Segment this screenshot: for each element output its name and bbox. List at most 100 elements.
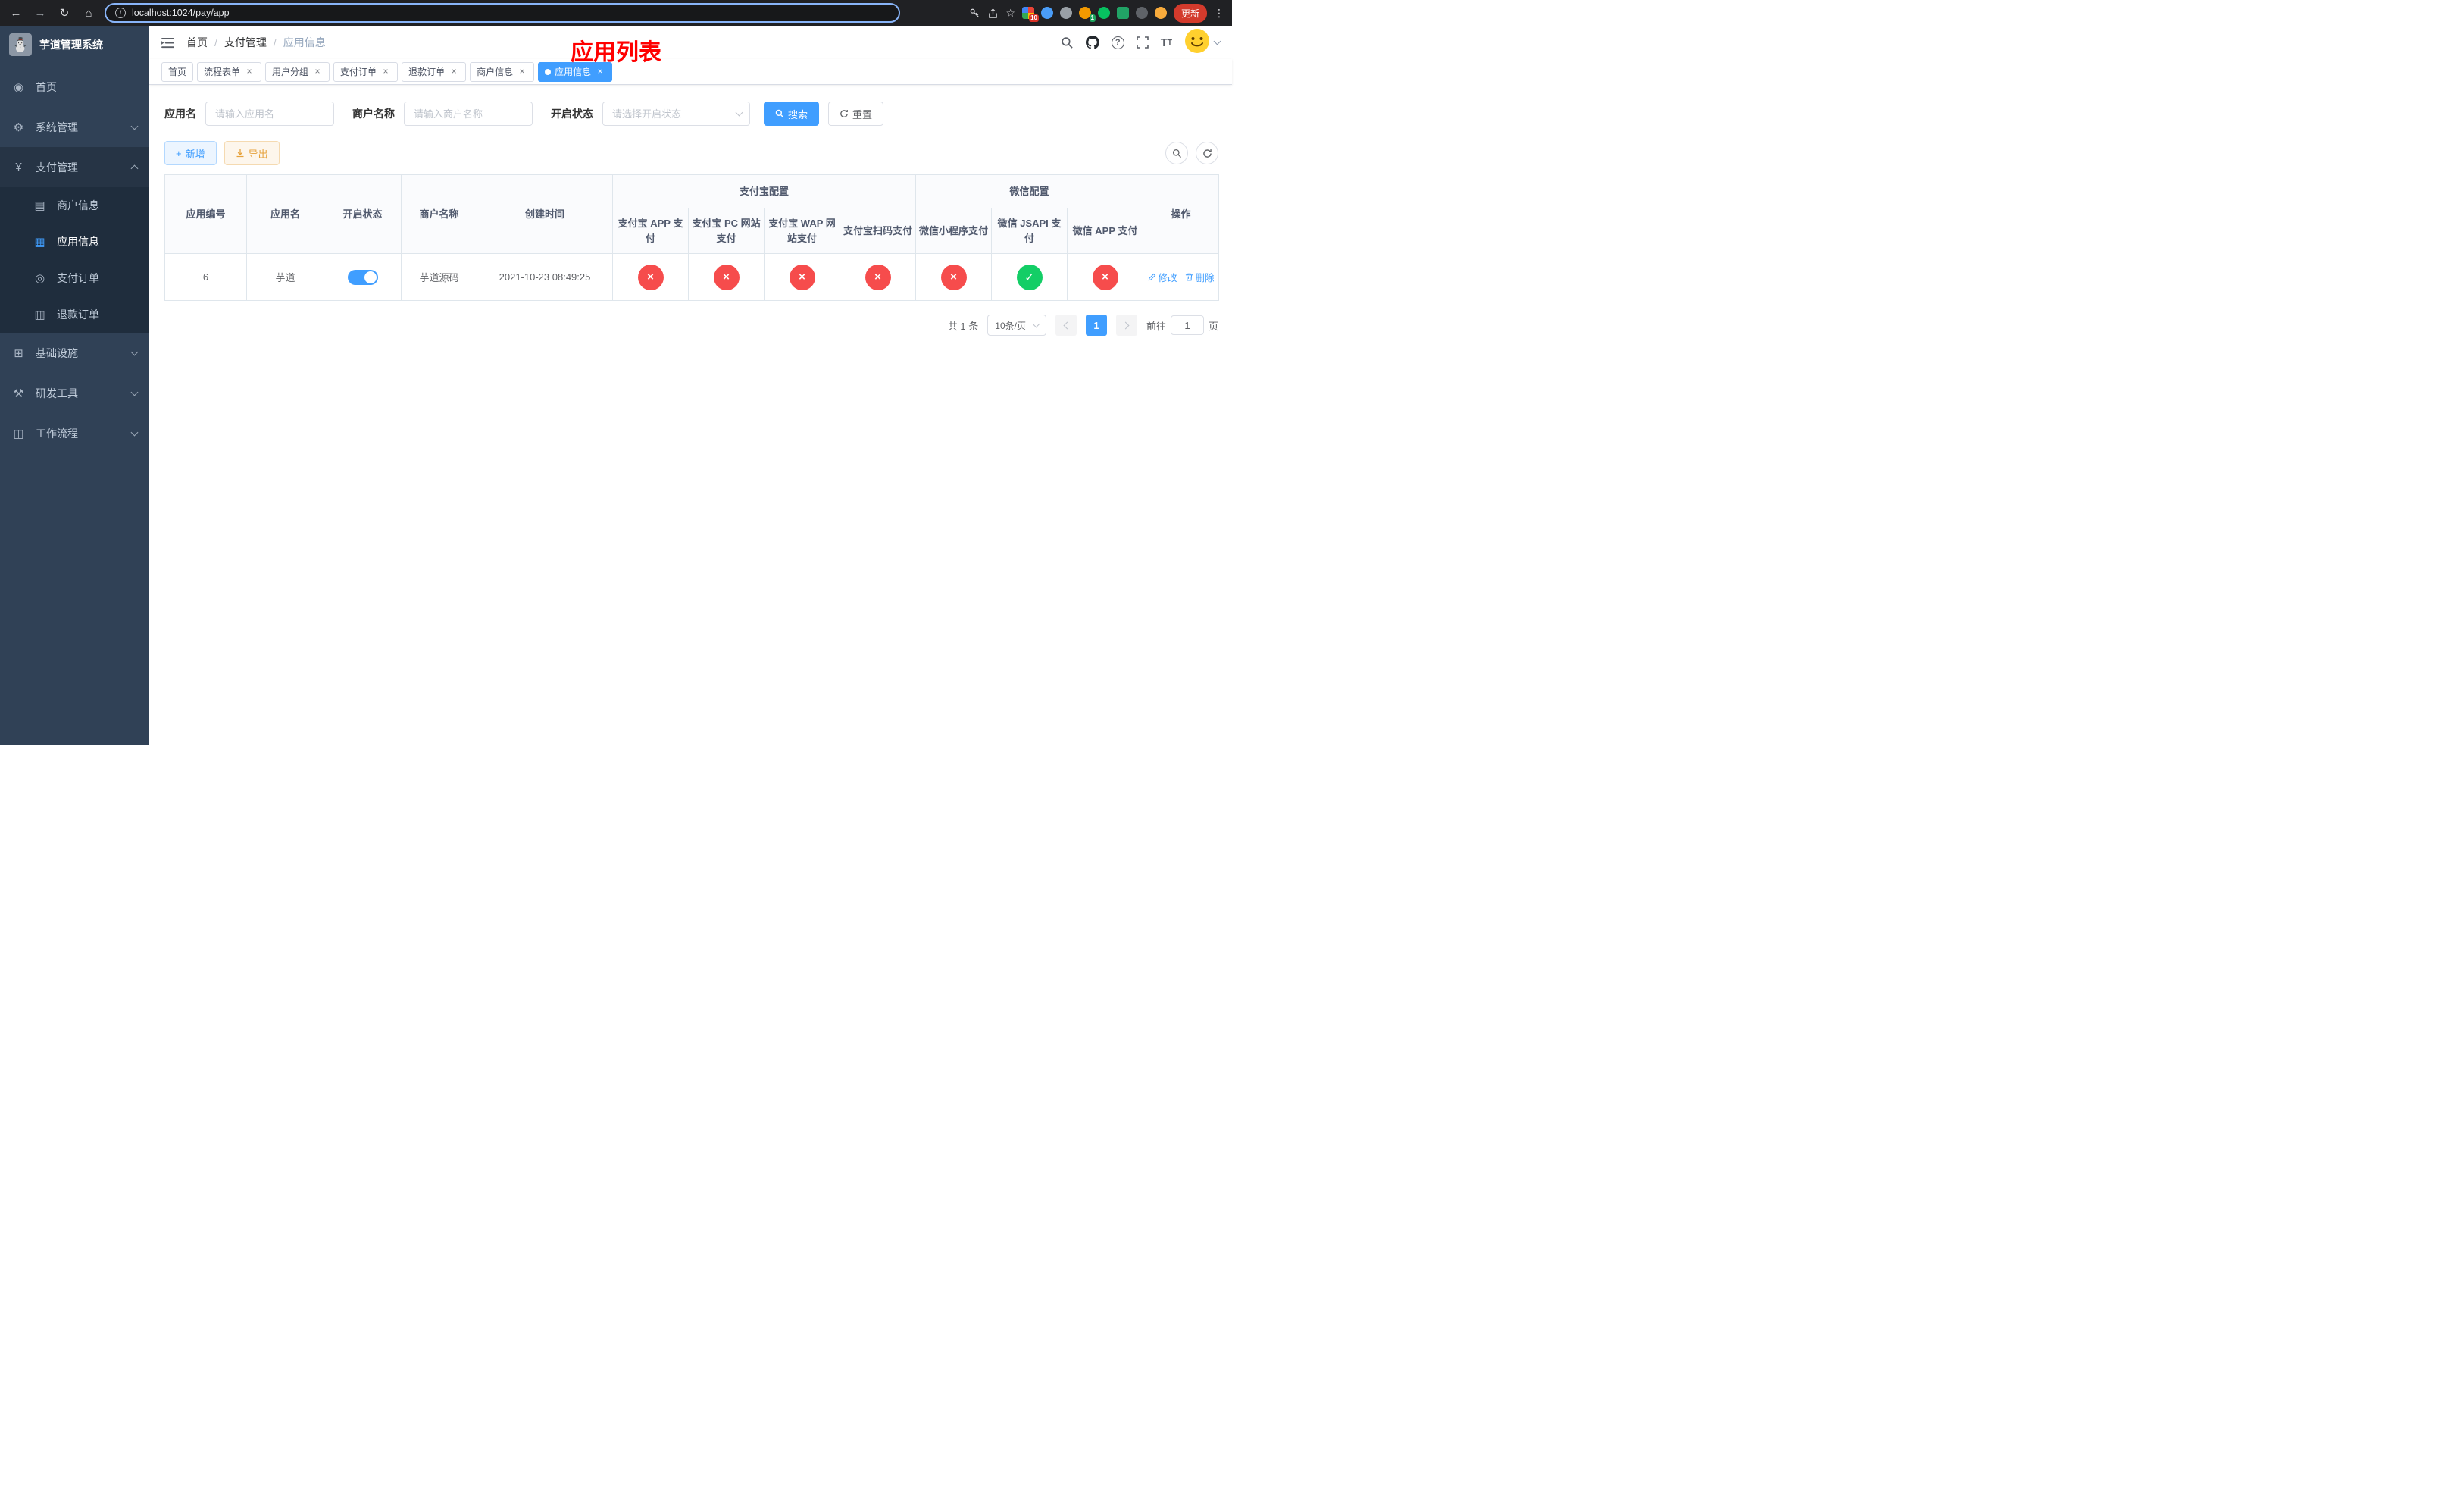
search-icon[interactable] <box>1061 36 1074 49</box>
edit-button[interactable]: 修改 <box>1148 270 1177 284</box>
col-status: 开启状态 <box>324 174 402 254</box>
user-avatar-menu[interactable] <box>1184 28 1221 58</box>
app-logo-row[interactable]: ⛄ 芋道管理系统 <box>0 26 149 64</box>
sidebar-item-app-info[interactable]: ▦ 应用信息 <box>0 224 149 260</box>
status-cross-icon: × <box>789 264 815 290</box>
close-icon[interactable]: × <box>449 66 459 77</box>
plus-icon: + <box>176 147 182 159</box>
status-cross-icon: × <box>865 264 891 290</box>
status-cross-icon: × <box>637 264 664 290</box>
cell-status <box>324 253 402 301</box>
goto-page-input[interactable] <box>1170 315 1204 335</box>
breadcrumb: 首页 / 支付管理 / 应用信息 <box>186 35 326 50</box>
card-icon: ▤ <box>34 199 45 212</box>
address-bar[interactable]: i localhost:1024/pay/app <box>105 3 900 23</box>
cell-app-id: 6 <box>164 253 247 301</box>
toggle-search-button[interactable] <box>1165 142 1188 164</box>
extension-icon-5[interactable] <box>1097 7 1110 19</box>
col-app-id: 应用编号 <box>164 174 247 254</box>
browser-chrome: ← → ↻ ⌂ i localhost:1024/pay/app ☆ 10 1 … <box>0 0 1232 26</box>
home-button[interactable]: ⌂ <box>80 7 97 20</box>
export-button[interactable]: 导出 <box>224 141 280 165</box>
share-icon[interactable] <box>987 8 999 19</box>
group-alipay-config: 支付宝配置 <box>611 174 917 208</box>
tab-home[interactable]: 首页 <box>161 61 194 82</box>
prev-page-button[interactable] <box>1055 315 1077 336</box>
extension-icon-3[interactable] <box>1059 7 1072 19</box>
font-size-icon[interactable]: TT <box>1161 36 1172 49</box>
chrome-menu-icon[interactable]: ⋮ <box>1214 7 1224 20</box>
extension-badge: 10 <box>1029 14 1039 22</box>
refresh-button[interactable] <box>1196 142 1218 164</box>
col-created: 创建时间 <box>477 174 613 254</box>
sidebar-item-workflow[interactable]: ◫ 工作流程 <box>0 413 149 453</box>
tab-merchant-info[interactable]: 商户信息 × <box>470 61 535 82</box>
extension-icon-2[interactable] <box>1040 7 1053 19</box>
sidebar-item-infrastructure[interactable]: ⊞ 基础设施 <box>0 333 149 373</box>
cell-actions: 修改 删除 <box>1143 253 1220 301</box>
extension-icon-1[interactable]: 10 <box>1021 7 1039 22</box>
delete-button[interactable]: 删除 <box>1185 270 1215 284</box>
group-wechat-config: 微信配置 <box>915 174 1144 208</box>
forward-button[interactable]: → <box>32 7 48 20</box>
close-icon[interactable]: × <box>312 66 323 77</box>
payment-submenu: ▤ 商户信息 ▦ 应用信息 ◎ 支付订单 ▥ 退款订单 <box>0 187 149 333</box>
password-key-icon[interactable] <box>969 8 980 19</box>
url-text: localhost:1024/pay/app <box>132 8 230 18</box>
yen-icon: ¥ <box>15 161 22 174</box>
sidebar-item-payment[interactable]: ¥ 支付管理 <box>0 147 149 187</box>
col-app-name: 应用名 <box>246 174 324 254</box>
add-button[interactable]: + 新增 <box>164 141 217 165</box>
page-size-select[interactable]: 10条/页 <box>987 315 1046 336</box>
extension-icon-6[interactable] <box>1116 7 1129 19</box>
back-button[interactable]: ← <box>8 7 24 20</box>
chevron-right-icon <box>1121 321 1130 329</box>
sidebar-item-pay-order[interactable]: ◎ 支付订单 <box>0 260 149 296</box>
breadcrumb-home[interactable]: 首页 <box>186 35 208 50</box>
reset-button[interactable]: 重置 <box>828 102 884 126</box>
tab-user-group[interactable]: 用户分组 × <box>265 61 330 82</box>
sidebar-item-merchant-info[interactable]: ▤ 商户信息 <box>0 187 149 224</box>
status-select[interactable] <box>602 102 750 126</box>
github-icon[interactable] <box>1085 36 1099 49</box>
tools-icon: ⚒ <box>13 387 24 400</box>
site-info-icon[interactable]: i <box>115 8 126 18</box>
page-number-1[interactable]: 1 <box>1085 315 1107 336</box>
close-icon[interactable]: × <box>380 66 391 77</box>
close-icon[interactable]: × <box>595 66 605 77</box>
col-alipay-qr: 支付宝扫码支付 <box>839 208 917 254</box>
tags-view: 首页 流程表单 × 用户分组 × 支付订单 × 退款订单 × 商户信息 × 应用信息 × <box>149 59 1232 85</box>
chrome-update-button[interactable]: 更新 <box>1173 3 1207 23</box>
chevron-down-icon <box>130 388 139 396</box>
merchant-name-input[interactable] <box>404 102 533 126</box>
app-table: 应用编号 应用名 开启状态 商户名称 创建时间 支付宝配置 微信配置 操作 支付… <box>164 174 1220 301</box>
tab-refund-order[interactable]: 退款订单 × <box>402 61 467 82</box>
breadcrumb-payment[interactable]: 支付管理 <box>224 35 267 50</box>
tab-process-form[interactable]: 流程表单 × <box>197 61 262 82</box>
sidebar-item-dev-tools[interactable]: ⚒ 研发工具 <box>0 373 149 413</box>
workflow-icon: ◫ <box>13 427 24 440</box>
bookmark-star-icon[interactable]: ☆ <box>1005 7 1015 20</box>
goto-suffix: 页 <box>1208 320 1218 332</box>
sidebar-item-home[interactable]: ◉ 首页 <box>0 67 149 107</box>
toolbar: + 新增 导出 <box>164 141 1218 165</box>
search-button[interactable]: 搜索 <box>764 102 820 126</box>
col-wechat-app: 微信 APP 支付 <box>1067 208 1144 254</box>
help-icon[interactable]: ? <box>1111 36 1124 49</box>
app-name-input[interactable] <box>205 102 334 126</box>
close-icon[interactable]: × <box>244 66 255 77</box>
extension-icon-7[interactable] <box>1135 7 1148 19</box>
next-page-button[interactable] <box>1115 315 1137 336</box>
sidebar-item-system[interactable]: ⚙ 系统管理 <box>0 107 149 147</box>
sidebar-item-refund-order[interactable]: ▥ 退款订单 <box>0 296 149 333</box>
reload-button[interactable]: ↻ <box>56 6 73 20</box>
tab-pay-order[interactable]: 支付订单 × <box>333 61 399 82</box>
extension-icon-4[interactable]: 1 <box>1078 7 1096 22</box>
collapse-menu-icon[interactable] <box>161 37 174 49</box>
fullscreen-icon[interactable] <box>1136 36 1149 49</box>
profile-avatar[interactable] <box>1154 7 1167 19</box>
enable-toggle[interactable] <box>347 269 378 285</box>
search-form: 应用名 商户名称 开启状态 搜索 重置 <box>164 102 1217 126</box>
close-icon[interactable]: × <box>517 66 527 77</box>
chevron-down-icon <box>1213 37 1221 45</box>
